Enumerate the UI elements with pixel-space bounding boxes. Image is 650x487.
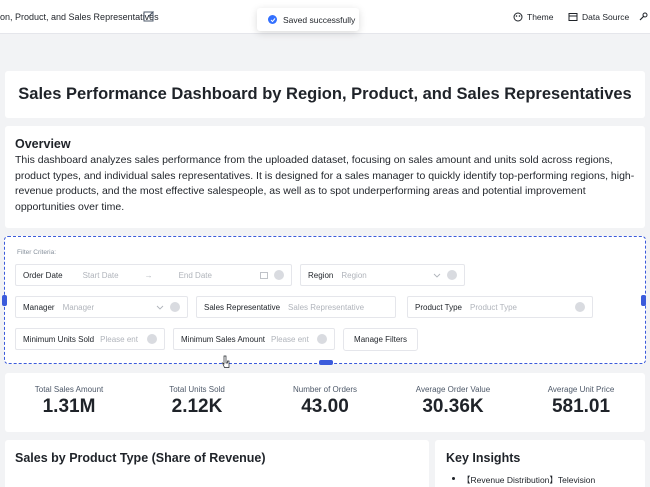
sales-by-product-type-card: Sales by Product Type (Share of Revenue) <box>5 440 429 487</box>
chart-title: Sales by Product Type (Share of Revenue) <box>15 451 266 465</box>
kpi-value: 1.31M <box>42 396 96 417</box>
title-card: Sales Performance Dashboard by Region, P… <box>5 71 645 118</box>
overview-text: This dashboard analyzes sales performanc… <box>15 154 635 213</box>
resize-handle-bottom[interactable] <box>319 360 333 365</box>
data-source-label: Data Source <box>582 12 630 22</box>
region-select[interactable]: Region Region <box>300 264 465 286</box>
kpi-label: Average Unit Price <box>547 385 615 394</box>
clear-icon[interactable] <box>147 334 157 344</box>
product-type-select[interactable]: Product Type Product Type <box>407 296 593 318</box>
manager-select[interactable]: Manager Manager <box>15 296 188 318</box>
kpi-total-units-sold: Total Units Sold 2.12K <box>133 373 261 432</box>
sales-representative-label: Sales Representative <box>204 302 281 312</box>
kpi-value: 2.12K <box>171 396 223 417</box>
region-placeholder: Region <box>341 270 367 280</box>
arrow-right-icon: → <box>144 270 153 280</box>
minimum-units-sold-input[interactable]: Minimum Units Sold Please ent <box>15 328 165 350</box>
check-circle-icon <box>268 15 277 24</box>
page-title: Sales Performance Dashboard by Region, P… <box>18 85 632 103</box>
kpi-value: 581.01 <box>551 396 611 417</box>
kpi-label: Average Order Value <box>415 385 491 394</box>
filter-criteria-label: Filter Criteria: <box>17 249 57 256</box>
minimum-sales-amount-label: Minimum Sales Amount <box>181 334 266 344</box>
minimum-sales-amount-placeholder: Please ent <box>271 334 309 344</box>
clear-icon[interactable] <box>317 334 327 344</box>
resize-handle-left[interactable] <box>2 295 7 306</box>
kpi-average-unit-price: Average Unit Price 581.01 <box>517 373 645 432</box>
sales-representative-placeholder: Sales Representative <box>288 302 365 312</box>
minimum-units-sold-placeholder: Please ent <box>100 334 138 344</box>
edit-icon[interactable] <box>143 10 155 22</box>
kpi-value: 30.36K <box>422 396 484 417</box>
kpi-label: Total Sales Amount <box>34 385 104 394</box>
theme-label: Theme <box>527 12 554 22</box>
resize-handle-right[interactable] <box>641 295 646 306</box>
kpi-label: Total Units Sold <box>169 385 225 394</box>
clear-icon[interactable] <box>170 302 180 312</box>
calendar-icon <box>260 272 268 279</box>
overview-heading: Overview <box>15 137 71 151</box>
mouse-pointer-icon <box>221 355 230 368</box>
clear-icon[interactable] <box>447 270 457 280</box>
chevron-down-icon <box>156 305 164 310</box>
overview-card: Overview This dashboard analyzes sales p… <box>5 126 645 228</box>
product-type-placeholder: Product Type <box>470 302 517 312</box>
data-source-button[interactable]: Data Source <box>568 12 629 22</box>
minimum-sales-amount-input[interactable]: Minimum Sales Amount Please ent <box>173 328 335 350</box>
kpi-average-order-value: Average Order Value 30.36K <box>389 373 517 432</box>
theme-button[interactable]: Theme <box>513 12 553 22</box>
kpi-number-of-orders: Number of Orders 43.00 <box>261 373 389 432</box>
database-icon <box>568 13 578 21</box>
document-title[interactable]: on, Product, and Sales Representatives <box>0 12 159 22</box>
insight-item: 【Revenue Distribution】Television <box>446 474 634 486</box>
palette-icon <box>513 12 523 22</box>
key-insights-card: Key Insights 【Revenue Distribution】Telev… <box>435 440 645 487</box>
clear-icon[interactable] <box>274 270 284 280</box>
manager-placeholder: Manager <box>62 302 95 312</box>
order-date-range-picker[interactable]: Order Date Start Date → End Date <box>15 264 292 286</box>
end-date-input[interactable]: End Date <box>179 271 212 280</box>
region-label: Region <box>308 270 334 280</box>
kpi-card: Total Sales Amount 1.31M Total Units Sol… <box>5 373 645 432</box>
kpi-label: Number of Orders <box>292 385 358 394</box>
success-toast: Saved successfully <box>257 8 359 31</box>
kpi-value: 43.00 <box>301 396 349 417</box>
sales-representative-select[interactable]: Sales Representative Sales Representativ… <box>196 296 396 318</box>
product-type-label: Product Type <box>415 302 462 312</box>
start-date-input[interactable]: Start Date <box>83 271 119 280</box>
settings-icon[interactable] <box>638 12 648 22</box>
filter-panel[interactable]: Filter Criteria: Order Date Start Date →… <box>2 236 646 365</box>
clear-icon[interactable] <box>575 302 585 312</box>
manage-filters-button[interactable]: Manage Filters <box>343 328 418 351</box>
chevron-down-icon <box>433 273 441 278</box>
order-date-label: Order Date <box>23 270 63 280</box>
minimum-units-sold-label: Minimum Units Sold <box>23 334 95 344</box>
insights-title: Key Insights <box>446 451 521 465</box>
toast-message: Saved successfully <box>283 14 356 25</box>
kpi-total-sales-amount: Total Sales Amount 1.31M <box>5 373 133 432</box>
manager-label: Manager <box>23 302 55 312</box>
